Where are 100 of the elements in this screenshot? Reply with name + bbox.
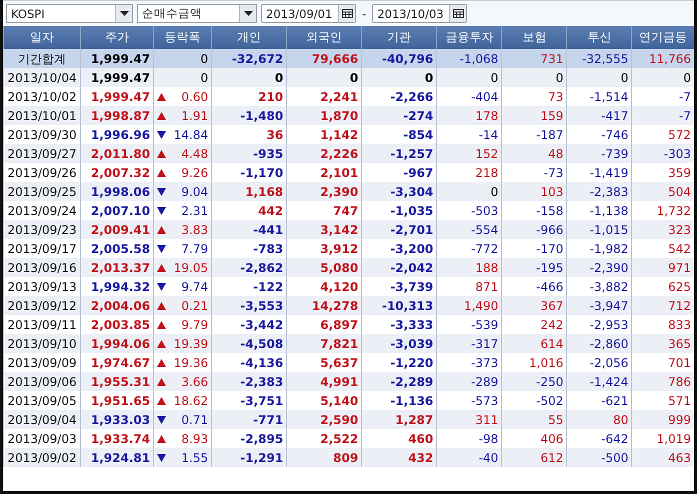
table-cell: -3,200 bbox=[362, 239, 437, 258]
table-cell: 1,998.06 bbox=[80, 182, 154, 201]
table-cell: 5,637 bbox=[286, 353, 362, 372]
column-header[interactable]: 일자 bbox=[4, 26, 81, 49]
table-cell: 218 bbox=[436, 163, 502, 182]
date-cell: 2013/10/04 bbox=[4, 68, 81, 87]
table-cell: -771 bbox=[212, 410, 287, 429]
table-cell: -503 bbox=[436, 201, 502, 220]
table-cell: 712 bbox=[632, 296, 694, 315]
table-cell: 786 bbox=[632, 372, 694, 391]
change-value: 0.71 bbox=[181, 412, 208, 428]
date-cell: 2013/09/24 bbox=[4, 201, 81, 220]
calendar-icon[interactable] bbox=[452, 9, 464, 18]
table-cell: 1,287 bbox=[362, 410, 437, 429]
column-header[interactable]: 투신 bbox=[566, 26, 632, 49]
table-cell: 0 bbox=[212, 68, 287, 87]
table-cell: -739 bbox=[566, 144, 632, 163]
change-value: 19.05 bbox=[174, 260, 208, 276]
table-cell: 36 bbox=[212, 125, 287, 144]
table-cell: 55 bbox=[502, 410, 567, 429]
change-value: 19.39 bbox=[174, 336, 208, 352]
table-cell: -3,947 bbox=[566, 296, 632, 315]
change-value: 1.91 bbox=[181, 108, 208, 124]
date-cell: 2013/09/03 bbox=[4, 429, 81, 448]
column-header[interactable]: 개인 bbox=[212, 26, 287, 49]
table-cell: 1,996.96 bbox=[80, 125, 154, 144]
change-value: 0.21 bbox=[181, 298, 208, 314]
table-cell: 1,924.81 bbox=[80, 448, 154, 467]
table-cell: 5,140 bbox=[286, 391, 362, 410]
column-header[interactable]: 기관 bbox=[362, 26, 437, 49]
column-header[interactable]: 금융투자 bbox=[436, 26, 502, 49]
table-cell: -1,035 bbox=[362, 201, 437, 220]
market-dropdown[interactable]: KOSPI bbox=[6, 4, 133, 23]
table-cell: -4,508 bbox=[212, 334, 287, 353]
table-cell: -417 bbox=[566, 106, 632, 125]
table-cell: -746 bbox=[566, 125, 632, 144]
column-header[interactable]: 외국인 bbox=[286, 26, 362, 49]
table-cell: 7,821 bbox=[286, 334, 362, 353]
start-date-field[interactable]: 2013/09/01 bbox=[261, 4, 356, 23]
change-value: 8.93 bbox=[181, 430, 208, 448]
table-cell: -2,042 bbox=[362, 258, 437, 277]
table-cell: 1,490 bbox=[436, 296, 502, 315]
table-cell: 2,241 bbox=[286, 87, 362, 106]
table-cell: -2,860 bbox=[566, 334, 632, 353]
change-value: 9.26 bbox=[181, 164, 208, 182]
end-date-field[interactable]: 2013/10/03 bbox=[372, 4, 468, 23]
table-cell: -98 bbox=[436, 429, 502, 448]
date-cell: 2013/09/02 bbox=[4, 448, 81, 467]
table-cell: 3,912 bbox=[286, 239, 362, 258]
table-cell: 0 bbox=[632, 68, 694, 87]
table-cell: -170 bbox=[502, 239, 567, 258]
column-header[interactable]: 주가 bbox=[80, 26, 154, 49]
table-cell: -1,220 bbox=[362, 353, 437, 372]
table-cell: 2,003.85 bbox=[80, 315, 154, 334]
table-cell: 2,011.80 bbox=[80, 144, 154, 163]
date-cell: 2013/09/16 bbox=[4, 258, 81, 277]
measure-dropdown[interactable]: 순매수금액 bbox=[137, 4, 257, 23]
table-cell: 1,955.31 bbox=[80, 372, 154, 391]
table-cell: -3,442 bbox=[212, 315, 287, 334]
table-cell: 572 bbox=[632, 125, 694, 144]
date-cell: 2013/09/10 bbox=[4, 334, 81, 353]
table-cell: 1,994.32 bbox=[80, 277, 154, 296]
table-cell: 2,004.06 bbox=[80, 296, 154, 315]
table-cell: 365 bbox=[632, 334, 694, 353]
column-header[interactable]: 연기금등 bbox=[632, 26, 694, 49]
table-cell: -1,068 bbox=[436, 49, 502, 68]
table-cell: 460 bbox=[362, 429, 437, 448]
table-cell: -250 bbox=[502, 372, 567, 391]
date-cell: 2013/09/06 bbox=[4, 372, 81, 391]
date-cell: 2013/09/05 bbox=[4, 391, 81, 410]
date-cell: 기간합계 bbox=[4, 49, 81, 68]
calendar-icon[interactable] bbox=[342, 9, 352, 18]
table-cell: 188 bbox=[436, 258, 502, 277]
table-cell: -2,953 bbox=[566, 315, 632, 334]
table-cell: -7 bbox=[632, 106, 694, 125]
table-cell: 1,999.47 bbox=[80, 68, 154, 87]
table-cell: -3,882 bbox=[566, 277, 632, 296]
table-cell: 48 bbox=[502, 144, 567, 163]
table-cell: -854 bbox=[362, 125, 437, 144]
table-cell: 625 bbox=[632, 277, 694, 296]
table-cell: -317 bbox=[436, 334, 502, 353]
table-cell: 747 bbox=[286, 201, 362, 220]
table-cell: -32,672 bbox=[212, 49, 287, 68]
column-header[interactable]: 등락폭 bbox=[154, 26, 212, 49]
table-cell: -772 bbox=[436, 239, 502, 258]
table-cell: 871 bbox=[436, 277, 502, 296]
table-cell: 2,226 bbox=[286, 144, 362, 163]
change-value: 18.62 bbox=[174, 392, 208, 410]
table-cell: -4,136 bbox=[212, 353, 287, 372]
table-cell: -3,739 bbox=[362, 277, 437, 296]
table-cell: -10,313 bbox=[362, 296, 437, 315]
table-cell: 14,278 bbox=[286, 296, 362, 315]
table-cell: 2,101 bbox=[286, 163, 362, 182]
table-cell: -2,383 bbox=[212, 372, 287, 391]
table-cell: -935 bbox=[212, 144, 287, 163]
date-cell: 2013/09/23 bbox=[4, 220, 81, 239]
table-cell: -122 bbox=[212, 277, 287, 296]
table-cell: 432 bbox=[362, 448, 437, 467]
table-cell: -303 bbox=[632, 144, 694, 163]
column-header[interactable]: 보험 bbox=[502, 26, 567, 49]
